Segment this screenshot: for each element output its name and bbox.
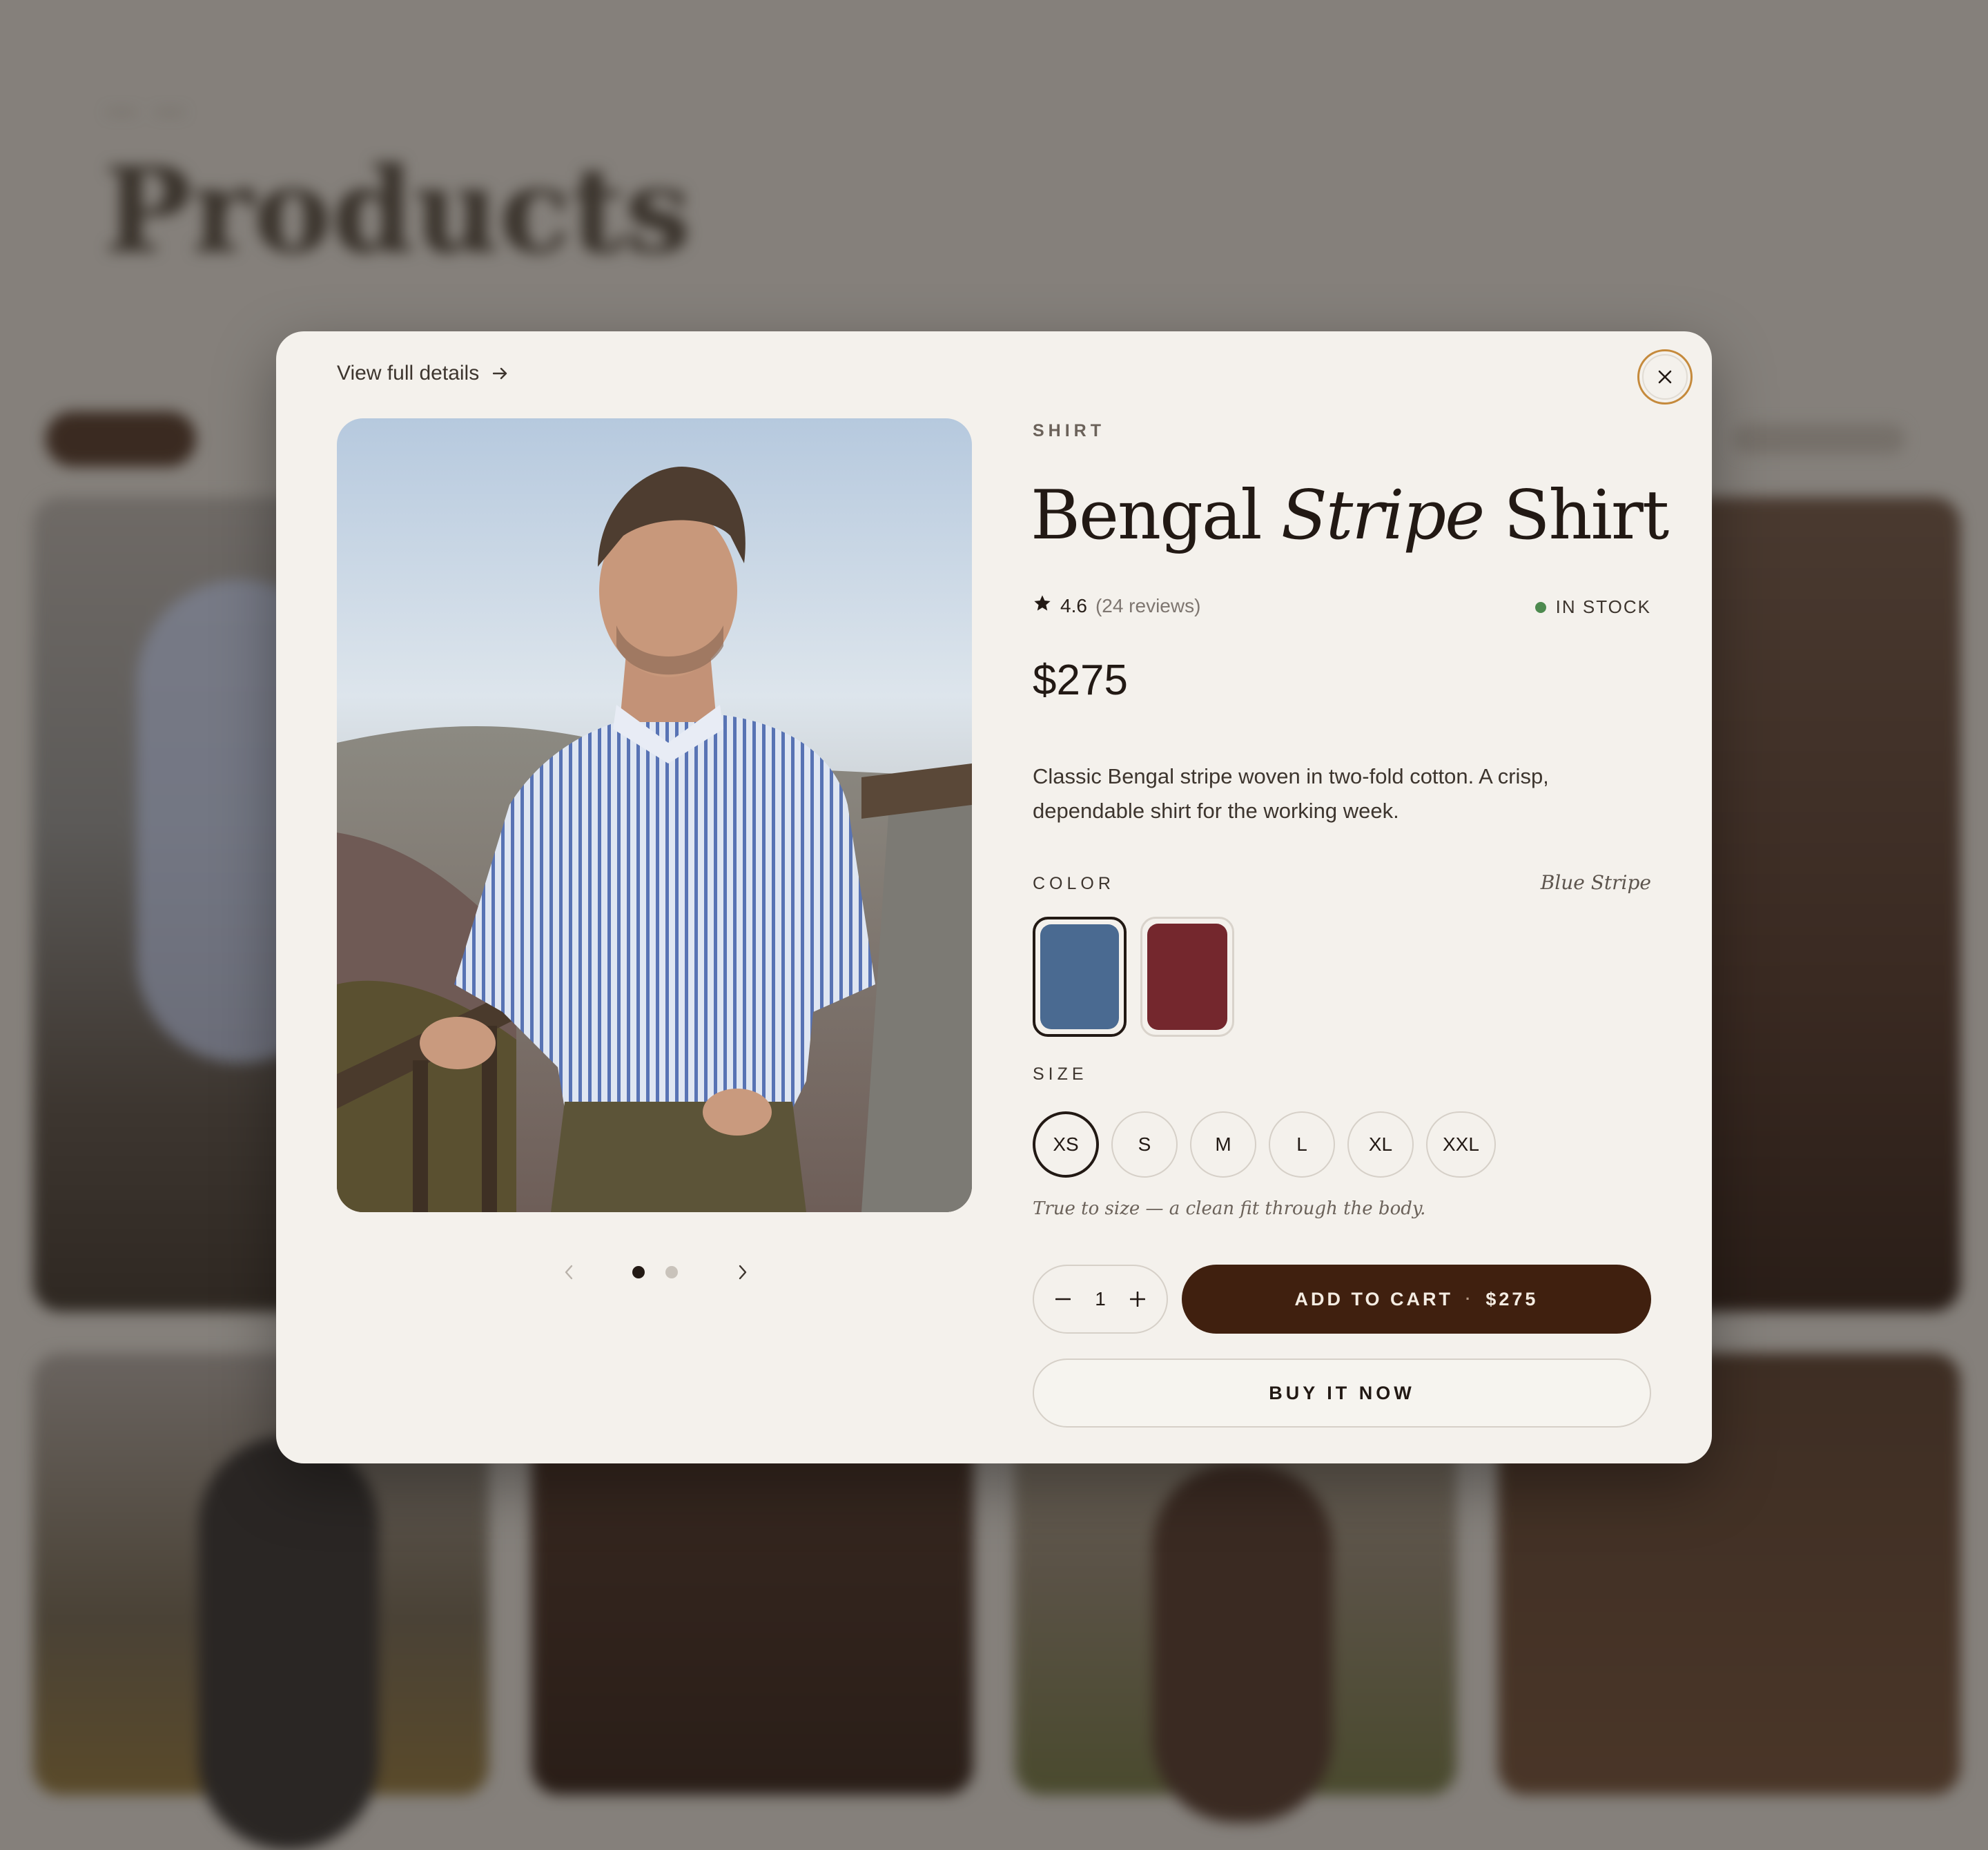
size-label-row: SIZE (1033, 1064, 1651, 1084)
size-option-m[interactable]: M (1190, 1111, 1256, 1178)
product-description: Classic Bengal stripe woven in two-fold … (1033, 764, 1549, 823)
product-rating: 4.6 (24 reviews) (1033, 594, 1200, 618)
carousel-dot-active[interactable] (632, 1266, 645, 1278)
add-to-cart-price: $275 (1485, 1288, 1539, 1309)
size-option-s[interactable]: S (1111, 1111, 1178, 1178)
add-to-cart-separator: · (1465, 1290, 1474, 1307)
swatch-fill (1040, 924, 1119, 1029)
arrow-right-icon (493, 362, 508, 385)
product-category: SHIRT (1033, 421, 1105, 440)
product-price: $275 (1033, 656, 1128, 704)
product-title-italic: Stripe (1280, 476, 1485, 555)
stock-status: IN STOCK (1534, 596, 1651, 618)
size-label: SIZE (1033, 1064, 1088, 1084)
quick-view-modal: View full details SHIRT Bengal Stripe Sh… (276, 331, 1712, 1463)
close-icon (1642, 354, 1688, 400)
add-to-cart-button[interactable]: ADD TO CART · $275 (1182, 1265, 1651, 1334)
size-options: XS S M L XL XXL (1033, 1111, 1496, 1178)
carousel-dot[interactable] (665, 1266, 678, 1278)
close-button[interactable] (1637, 349, 1693, 405)
fit-note: True to size — a clean fit through the b… (1033, 1198, 1426, 1219)
color-label-row: COLOR Blue Stripe (1033, 871, 1651, 894)
size-option-xxl[interactable]: XXL (1426, 1111, 1496, 1178)
view-full-details-link[interactable]: View full details (337, 362, 508, 385)
in-stock-dot-icon (1534, 601, 1546, 613)
color-swatches (1033, 917, 1234, 1037)
swatch-fill (1147, 924, 1227, 1030)
star-icon (1033, 594, 1052, 618)
product-image (337, 418, 972, 1212)
color-label: COLOR (1033, 874, 1115, 893)
quantity-value[interactable]: 1 (1095, 1288, 1106, 1310)
size-option-xs[interactable]: XS (1033, 1111, 1099, 1178)
add-to-cart-label: ADD TO CART (1294, 1288, 1454, 1309)
quantity-stepper: 1 (1033, 1265, 1168, 1334)
buy-it-now-button[interactable]: BUY IT NOW (1033, 1359, 1651, 1428)
review-count[interactable]: (24 reviews) (1095, 595, 1200, 617)
background-eyebrow: — — (107, 93, 190, 126)
chevron-right-icon[interactable] (729, 1258, 757, 1286)
background-sort-control (1733, 424, 1905, 454)
chevron-left-icon[interactable] (555, 1258, 583, 1286)
stock-label: IN STOCK (1555, 596, 1651, 617)
color-swatch-blue[interactable] (1033, 917, 1127, 1037)
size-option-l[interactable]: L (1269, 1111, 1335, 1178)
product-title: Bengal Stripe Shirt (1031, 476, 1669, 555)
background-filter-pill (46, 411, 196, 467)
product-title-part2: Shirt (1503, 476, 1669, 555)
view-full-details-label: View full details (337, 362, 480, 384)
rating-value: 4.6 (1060, 594, 1087, 616)
plus-icon[interactable] (1124, 1285, 1151, 1313)
background-page-title: Products (104, 142, 691, 280)
minus-icon[interactable] (1049, 1285, 1077, 1313)
product-title-part1: Bengal (1031, 476, 1263, 555)
size-option-xl[interactable]: XL (1347, 1111, 1414, 1178)
image-carousel (337, 1253, 972, 1294)
selected-color-name: Blue Stripe (1540, 871, 1651, 894)
color-swatch-burgundy[interactable] (1140, 917, 1234, 1037)
